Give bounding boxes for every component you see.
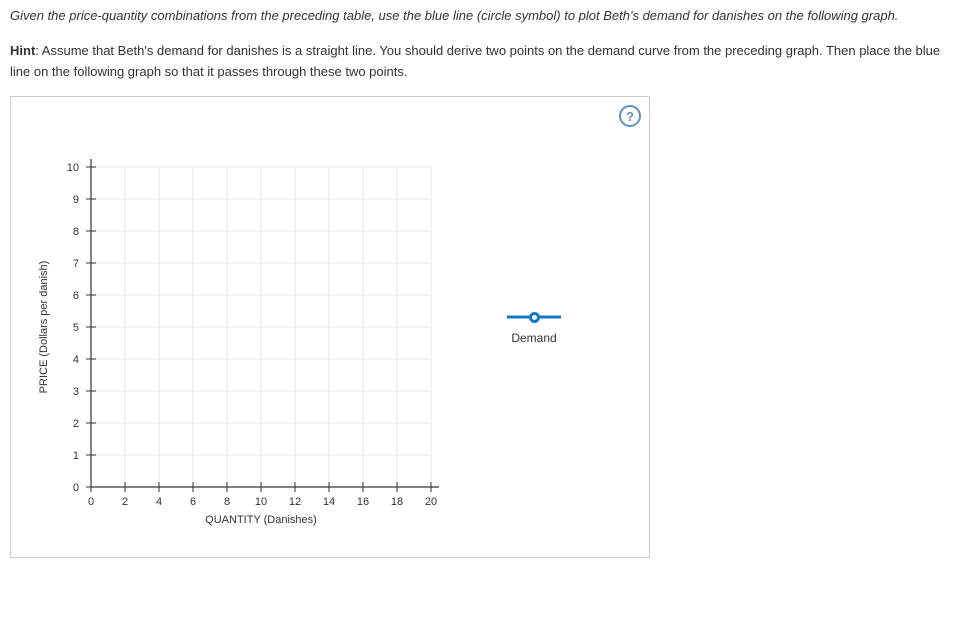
legend-label-demand: Demand: [511, 331, 556, 345]
y-axis-label: PRICE (Dollars per danish): [38, 261, 50, 394]
x-tick-8: 8: [224, 496, 230, 508]
x-axis-label: QUANTITY (Danishes): [205, 514, 317, 526]
x-tick-6: 6: [190, 496, 196, 508]
y-tick-5: 5: [73, 322, 79, 334]
legend-item-demand[interactable]: Demand: [507, 309, 561, 345]
y-tick-7: 7: [73, 258, 79, 270]
y-tick-2: 2: [73, 418, 79, 430]
y-ticks: 0 1 2 3 4 5 6 7 8 9 10: [67, 162, 96, 494]
x-ticks: 0 2 4 6 8 10 12 14 16 18 20: [88, 482, 437, 508]
x-tick-12: 12: [289, 496, 301, 508]
y-tick-8: 8: [73, 226, 79, 238]
instruction-text: Given the price-quantity combinations fr…: [10, 6, 947, 27]
x-tick-4: 4: [156, 496, 162, 508]
y-tick-3: 3: [73, 386, 79, 398]
legend: Demand: [481, 309, 561, 345]
y-tick-6: 6: [73, 290, 79, 302]
chart-svg[interactable]: 0 1 2 3 4 5 6 7 8 9 10 0 2 4 6: [21, 107, 481, 547]
demand-line-icon: [507, 309, 561, 325]
y-tick-1: 1: [73, 450, 79, 462]
x-tick-16: 16: [357, 496, 369, 508]
hint-text: Hint: Assume that Beth's demand for dani…: [10, 41, 947, 83]
graph-panel: ?: [10, 96, 650, 558]
x-tick-14: 14: [323, 496, 335, 508]
x-tick-18: 18: [391, 496, 403, 508]
y-tick-0: 0: [73, 482, 79, 494]
y-tick-10: 10: [67, 162, 79, 174]
x-tick-10: 10: [255, 496, 267, 508]
hint-body: : Assume that Beth's demand for danishes…: [10, 43, 940, 79]
x-tick-20: 20: [425, 496, 437, 508]
x-tick-2: 2: [122, 496, 128, 508]
x-tick-0: 0: [88, 496, 94, 508]
y-tick-4: 4: [73, 354, 79, 366]
y-tick-9: 9: [73, 194, 79, 206]
grid: [91, 167, 431, 487]
hint-label: Hint: [10, 43, 35, 58]
graph-inner: 0 1 2 3 4 5 6 7 8 9 10 0 2 4 6: [21, 107, 639, 547]
